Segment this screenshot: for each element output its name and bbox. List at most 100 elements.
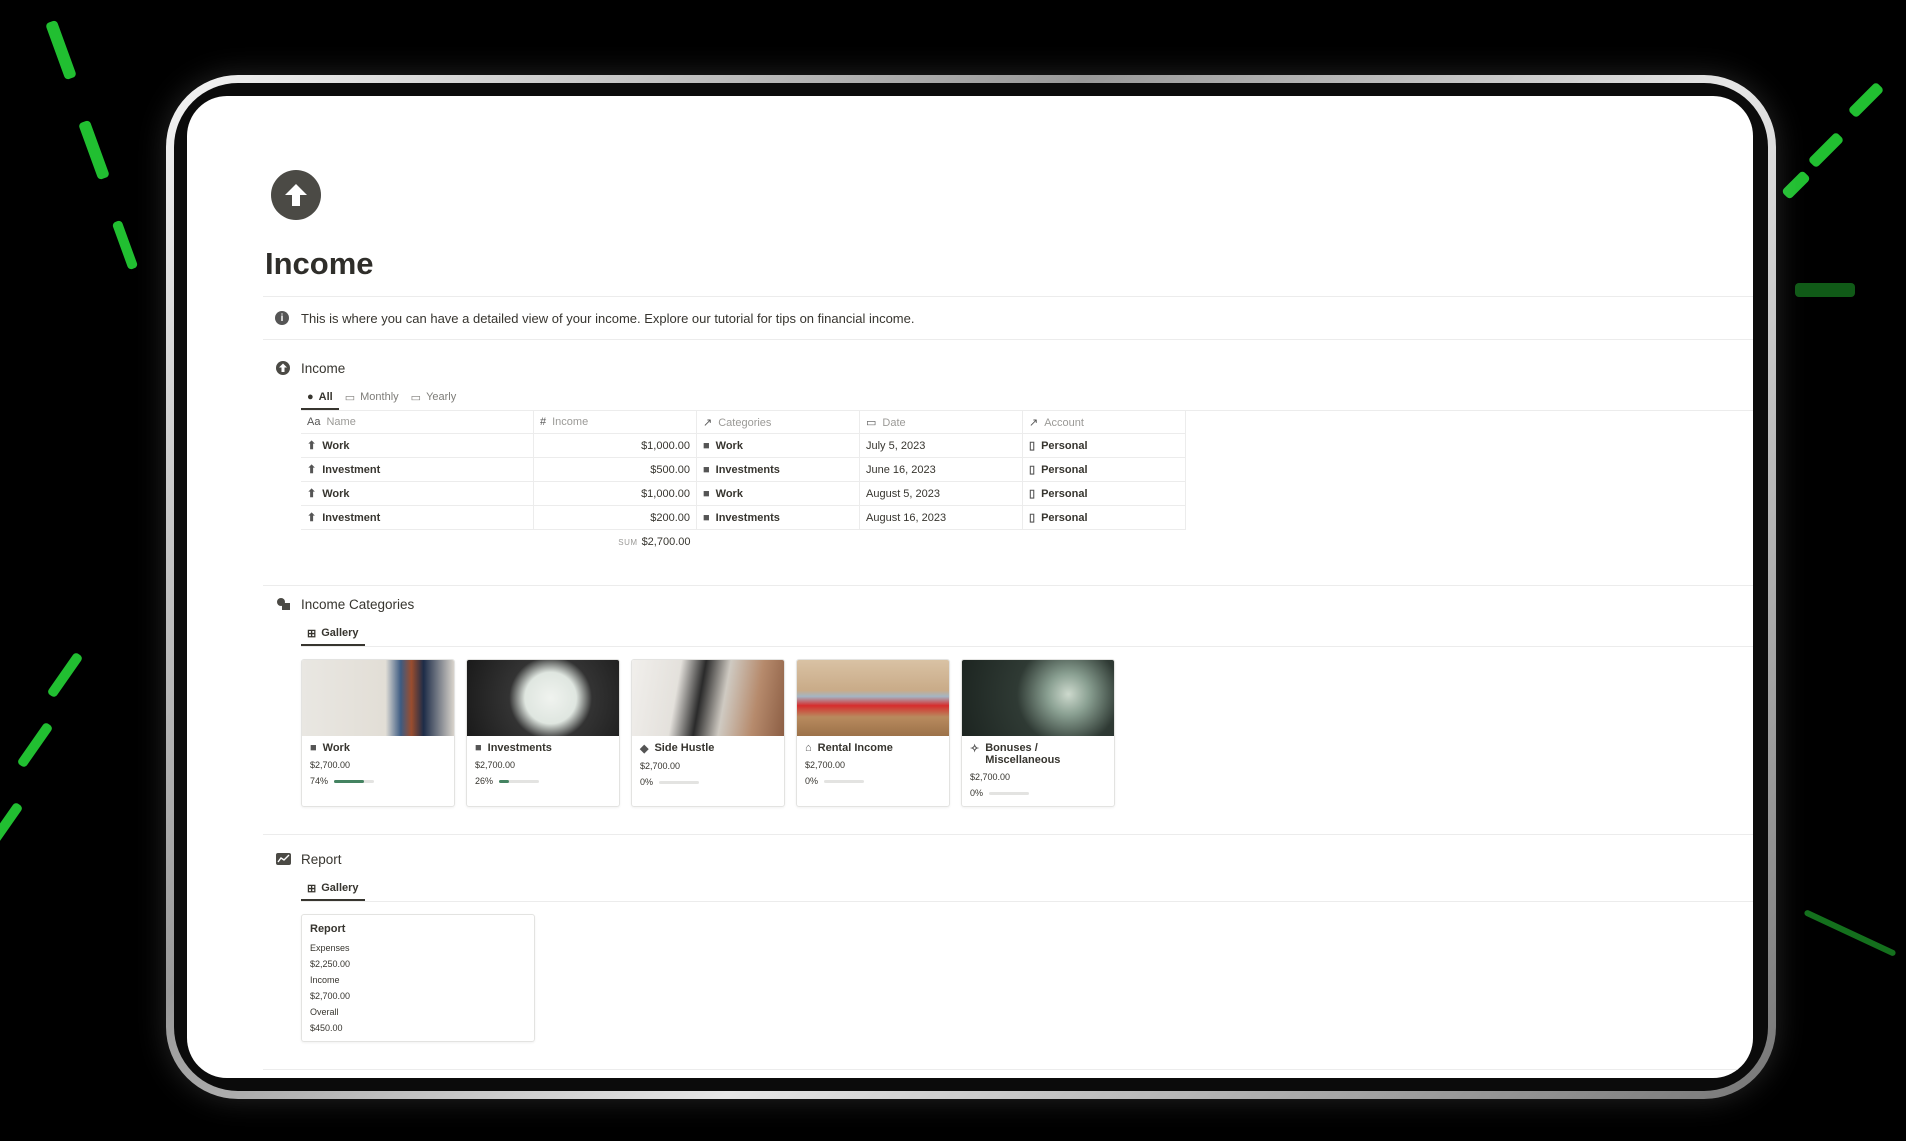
briefcase-icon: ■ (703, 487, 710, 500)
gallery-card-investments[interactable]: ■ Investments $2,700.00 26% (466, 659, 620, 807)
row-name: Investment (322, 464, 381, 476)
card-progress: 74% (310, 776, 446, 786)
sum-cell[interactable]: SUM $2,700.00 (534, 530, 697, 554)
report-card[interactable]: Report Expenses $2,250.00 Income $2,700.… (301, 914, 535, 1042)
column-header-date[interactable]: ▭ Date (859, 411, 1023, 434)
tab-all[interactable]: ● All (301, 386, 339, 410)
gallery-card-rental-income[interactable]: ⌂ Rental Income $2,700.00 0% (796, 659, 950, 807)
report-db-views: ⊞ Gallery (301, 877, 1753, 902)
empty-cell (697, 530, 860, 554)
page-icon: ▯ (1029, 464, 1036, 476)
progress-bar (824, 779, 865, 783)
row-category-cell[interactable]: ■ Investments (696, 457, 860, 482)
green-streak (16, 721, 54, 769)
arrow-up-circle-icon: ⬆ (307, 464, 317, 476)
income-table: Aa Name # Income ↗ Categories ▭ Date ↗ Accoun… (301, 411, 1186, 553)
row-income-cell[interactable]: $1,000.00 (533, 433, 697, 458)
column-label: Categories (718, 416, 772, 429)
card-progress: 26% (475, 776, 611, 786)
arrow-up-circle-icon[interactable] (271, 170, 321, 220)
report-card-title: Report (310, 923, 346, 935)
row-category: Work (715, 439, 743, 452)
row-income-cell[interactable]: $500.00 (533, 457, 697, 482)
column-header-categories[interactable]: ↗ Categories (696, 411, 860, 434)
row-account-cell[interactable]: ▯ Personal (1022, 457, 1186, 482)
row-category-cell[interactable]: ■ Work (696, 481, 860, 506)
income-database: Income ● All ▭ Monthly ▭ Yearly Aa Name … (263, 358, 1753, 586)
row-name-cell[interactable]: ⬆ Work (301, 433, 534, 458)
card-title: ■ Work (310, 742, 446, 754)
chart-icon: ■ (703, 511, 710, 524)
column-header-account[interactable]: ↗ Account (1022, 411, 1186, 434)
tab-gallery[interactable]: ⊞ Gallery (301, 877, 365, 901)
gallery-card-side-hustle[interactable]: ◆ Side Hustle $2,700.00 0% (631, 659, 785, 807)
row-category-cell[interactable]: ■ Investments (696, 505, 860, 530)
briefcase-icon: ■ (703, 439, 710, 452)
progress-label: 26% (475, 776, 494, 786)
row-date-cell[interactable]: June 16, 2023 (859, 457, 1023, 482)
info-icon: i (275, 311, 289, 325)
row-account-cell[interactable]: ▯ Personal (1022, 505, 1186, 530)
row-name-cell[interactable]: ⬆ Investment (301, 457, 534, 482)
row-income-cell[interactable]: $1,000.00 (533, 481, 697, 506)
green-streak (111, 219, 139, 271)
calendar-icon: ▭ (410, 391, 422, 404)
sum-value: $2,700.00 (641, 535, 691, 548)
income-value: $2,700.00 (310, 991, 351, 1001)
green-streak (45, 19, 77, 81)
row-date-cell[interactable]: July 5, 2023 (859, 433, 1023, 458)
card-progress: 0% (970, 788, 1106, 798)
tab-monthly-label: Monthly (360, 391, 399, 403)
green-streak (1807, 131, 1845, 169)
card-amount: $2,700.00 (805, 760, 846, 770)
categories-db-title[interactable]: Income Categories (301, 597, 414, 612)
tab-yearly-label: Yearly (426, 391, 457, 403)
card-progress: 0% (640, 777, 776, 787)
row-name-cell[interactable]: ⬆ Work (301, 481, 534, 506)
row-income-cell[interactable]: $200.00 (533, 505, 697, 530)
gallery-card-work[interactable]: ■ Work $2,700.00 74% (301, 659, 455, 807)
house-icon: ⌂ (805, 742, 812, 754)
row-name: Investment (322, 512, 381, 524)
gallery-icon: ⊞ (307, 882, 317, 895)
card-title: ■ Investments (475, 742, 611, 754)
row-category-cell[interactable]: ■ Work (696, 433, 860, 458)
callout-text: This is where you can have a detailed vi… (301, 310, 915, 326)
row-date-cell[interactable]: August 5, 2023 (859, 481, 1023, 506)
column-header-income[interactable]: # Income (533, 411, 697, 434)
relation-arrow-icon: ↗ (703, 416, 713, 429)
tab-yearly[interactable]: ▭ Yearly (405, 386, 463, 408)
card-title-text: Rental Income (817, 742, 893, 754)
progress-label: 0% (970, 788, 984, 798)
page-icon: ▯ (1029, 512, 1036, 524)
column-label: Date (882, 416, 906, 429)
overall-value: $450.00 (310, 1023, 343, 1033)
empty-cell (860, 530, 1023, 554)
tab-gallery[interactable]: ⊞ Gallery (301, 622, 365, 646)
categories-gallery: ■ Work $2,700.00 74% ■ Investments $2,700.… (301, 659, 1753, 807)
row-account-cell[interactable]: ▯ Personal (1022, 433, 1186, 458)
row-date-cell[interactable]: August 16, 2023 (859, 505, 1023, 530)
progress-bar (659, 780, 700, 784)
green-streak (1795, 283, 1855, 297)
gallery-card-bonuses[interactable]: ✧ Bonuses / Miscellaneous $2,700.00 0% (961, 659, 1115, 807)
shapes-icon (275, 596, 291, 612)
page-icon: ▯ (1029, 488, 1036, 500)
arrow-up-circle-icon: ⬆ (307, 512, 317, 524)
row-account-cell[interactable]: ▯ Personal (1022, 481, 1186, 506)
row-name-cell[interactable]: ⬆ Investment (301, 505, 534, 530)
income-db-title[interactable]: Income (301, 361, 345, 376)
overall-label: Overall (310, 1007, 339, 1017)
table-row[interactable]: ⬆ Investment $500.00 ■ Investments June 16… (301, 457, 1186, 482)
report-db-title[interactable]: Report (301, 852, 342, 867)
tab-monthly[interactable]: ▭ Monthly (339, 386, 405, 408)
table-row[interactable]: ⬆ Work $1,000.00 ■ Work August 5, 2023 ▯ Pe… (301, 481, 1186, 506)
card-title-text: Side Hustle (654, 742, 715, 754)
column-header-name[interactable]: Aa Name (301, 411, 534, 434)
row-account: Personal (1041, 464, 1088, 476)
table-row[interactable]: ⬆ Work $1,000.00 ■ Work July 5, 2023 ▯ Pers… (301, 433, 1186, 458)
row-account: Personal (1041, 488, 1088, 500)
progress-fill (499, 779, 510, 783)
expenses-label: Expenses (310, 943, 350, 953)
table-row[interactable]: ⬆ Investment $200.00 ■ Investments August … (301, 505, 1186, 530)
